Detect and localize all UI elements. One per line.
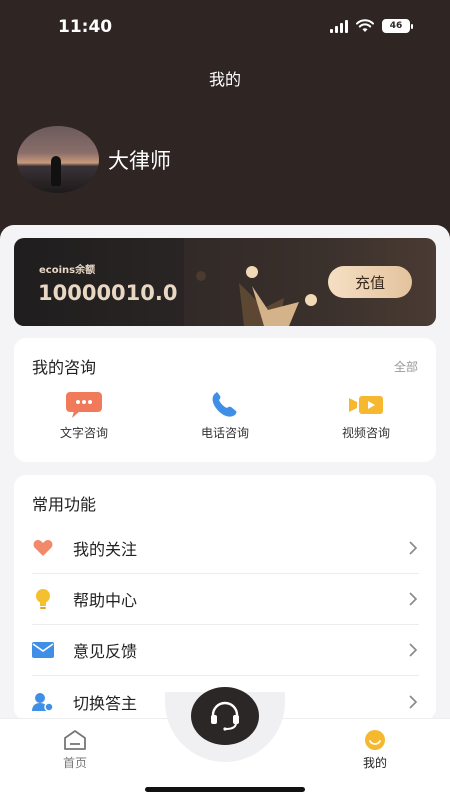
chevron-right-icon (409, 592, 418, 606)
consult-item-text[interactable]: 文字咨询 (29, 390, 139, 441)
home-icon (64, 730, 86, 750)
customer-service-button[interactable] (191, 687, 259, 745)
avatar[interactable] (17, 126, 99, 193)
smile-icon (365, 730, 385, 750)
switch-user-icon (32, 691, 54, 713)
wifi-icon (356, 19, 374, 32)
page-title: 我的 (208, 70, 241, 89)
function-label: 帮助中心 (73, 591, 138, 610)
cellular-signal-icon (330, 19, 348, 33)
status-bar: 11:40 46 (0, 0, 450, 54)
chevron-right-icon (409, 694, 418, 709)
heart-icon (32, 537, 54, 559)
phone-icon (205, 390, 245, 420)
function-label: 意见反馈 (73, 642, 138, 661)
function-label: 我的关注 (73, 540, 138, 559)
home-indicator (145, 787, 305, 792)
consult-card: 我的咨询 全部 文字咨询 电话咨询 视频咨询 (14, 338, 436, 462)
headset-icon (211, 701, 239, 731)
function-row-help[interactable]: 帮助中心 (32, 574, 419, 625)
crown-icon (184, 238, 317, 326)
battery-level: 46 (389, 21, 403, 31)
chevron-right-icon (409, 643, 418, 657)
avatar-person-silhouette (51, 156, 61, 186)
consult-item-video[interactable]: 视频咨询 (311, 390, 421, 441)
tab-mine[interactable]: 我的 (340, 729, 410, 771)
status-icons: 46 (330, 19, 413, 33)
functions-title: 常用功能 (32, 495, 97, 514)
chat-bubble-icon (64, 390, 104, 420)
consult-item-label: 文字咨询 (59, 426, 108, 440)
chevron-right-icon (409, 541, 418, 555)
battery-icon: 46 (382, 19, 413, 33)
mail-icon (32, 639, 54, 661)
user-name[interactable]: 大律师 (108, 145, 171, 175)
functions-card: 常用功能 我的关注 帮助中心 意见反馈 切换答主 (14, 475, 436, 720)
wallet-label: ecoins余额 (39, 265, 96, 276)
lightbulb-icon (32, 588, 54, 610)
wallet-card: ecoins余额 10000010.0 充值 (14, 238, 436, 326)
function-row-feedback[interactable]: 意见反馈 (32, 625, 419, 676)
function-row-follow[interactable]: 我的关注 (32, 523, 419, 574)
tab-mine-label: 我的 (362, 756, 387, 770)
wallet-balance: 10000010.0 (38, 281, 178, 305)
consult-item-label: 视频咨询 (341, 426, 390, 440)
video-camera-icon (346, 390, 386, 420)
status-time: 11:40 (58, 17, 113, 37)
consult-item-phone[interactable]: 电话咨询 (170, 390, 280, 441)
tab-home-label: 首页 (62, 756, 87, 770)
consult-all-link[interactable]: 全部 (394, 358, 418, 375)
consult-title: 我的咨询 (32, 358, 97, 377)
tab-home[interactable]: 首页 (40, 729, 110, 771)
recharge-button[interactable]: 充值 (328, 266, 412, 298)
consult-item-label: 电话咨询 (200, 426, 249, 440)
